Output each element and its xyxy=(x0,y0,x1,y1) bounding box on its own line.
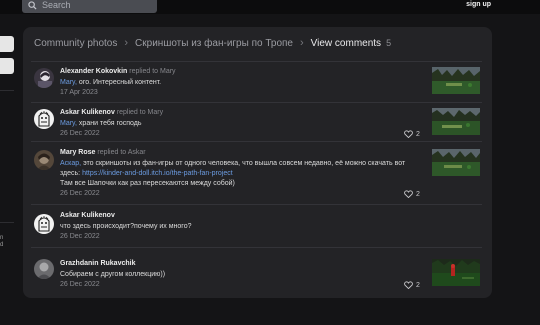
avatar[interactable] xyxy=(34,109,54,129)
heart-icon xyxy=(404,190,413,198)
comment-date: 26 Dec 2022 xyxy=(60,233,100,240)
search-icon xyxy=(28,0,37,10)
sidebar-text: d xyxy=(0,242,4,248)
mention-link[interactable]: Аскар, xyxy=(60,160,81,167)
replied-to: replied to Askar xyxy=(97,149,146,156)
comment-date: 26 Dec 2022 xyxy=(60,190,100,197)
comment-text: Mary, храни тебя господь xyxy=(60,119,420,129)
like-count: 2 xyxy=(416,130,420,138)
heart-icon xyxy=(404,130,413,138)
chevron-right-icon: › xyxy=(299,37,304,49)
heart-icon xyxy=(404,281,413,289)
comments-panel: Community photos › Скриншоты из фан-игры… xyxy=(23,27,492,298)
like-count: 2 xyxy=(416,281,420,289)
mention-link[interactable]: Mary, xyxy=(60,120,77,127)
comment-author[interactable]: Grazhdanin Rukavchik xyxy=(60,260,135,267)
photo-thumbnail[interactable] xyxy=(432,149,480,176)
avatar[interactable] xyxy=(34,259,54,279)
comment-text: Mary, ого. Интересный контент. xyxy=(60,78,420,88)
breadcrumb-current: View comments xyxy=(310,37,382,49)
chevron-right-icon: › xyxy=(124,37,129,49)
sidebar-divider xyxy=(0,90,14,91)
avatar[interactable] xyxy=(34,150,54,170)
comment-item: Askar Kulikenov replied to Mary Mary, хр… xyxy=(31,102,482,140)
replied-to: replied to Mary xyxy=(116,109,164,116)
comment-text: Собираем с другом коллекцию)) xyxy=(60,270,420,280)
breadcrumb-community-photos[interactable]: Community photos xyxy=(34,38,117,49)
avatar[interactable] xyxy=(34,68,54,88)
comment-date: 26 Dec 2022 xyxy=(60,281,100,288)
photo-thumbnail[interactable] xyxy=(432,67,480,94)
comment-header: Askar Kulikenov xyxy=(60,212,115,219)
replied-to: replied to Mary xyxy=(129,68,176,75)
comment-item: Mary Rose replied to Askar Аскар, это ск… xyxy=(31,141,482,203)
comment-author[interactable]: Askar Kulikenov xyxy=(60,109,115,116)
photo-thumbnail[interactable] xyxy=(432,108,480,135)
search-box[interactable] xyxy=(22,0,157,13)
comment-count: 5 xyxy=(386,38,392,48)
comment-body: Там все Шапочки как раз пересекаются меж… xyxy=(60,180,235,187)
comment-author[interactable]: Askar Kulikenov xyxy=(60,212,115,219)
top-bar: sign up xyxy=(0,0,540,14)
sidebar-divider xyxy=(0,222,14,223)
comment-header: Alexander Kokovkin replied to Mary xyxy=(60,68,176,75)
breadcrumb: Community photos › Скриншоты из фан-игры… xyxy=(34,37,391,49)
like-count: 2 xyxy=(416,190,420,198)
comment-date: 26 Dec 2022 xyxy=(60,130,100,137)
sidebar-tab-2[interactable] xyxy=(0,58,14,74)
comment-item: Grazhdanin Rukavchik Собираем с другом к… xyxy=(31,247,482,291)
comment-text: что здесь происходит?почему их много? xyxy=(60,222,420,232)
comment-text: Аскар, это скриншоты из фан-игры от одно… xyxy=(60,159,420,189)
comment-header: Grazhdanin Rukavchik xyxy=(60,260,135,267)
comment-body: храни тебя господь xyxy=(76,120,142,127)
comment-header: Askar Kulikenov replied to Mary xyxy=(60,109,163,116)
comment-date: 17 Apr 2023 xyxy=(60,89,98,96)
like-button[interactable]: 2 xyxy=(404,281,420,289)
breadcrumb-album[interactable]: Скриншоты из фан-игры по Тропе xyxy=(135,38,293,49)
comment-item: Askar Kulikenov что здесь происходит?поч… xyxy=(31,204,482,246)
mention-link[interactable]: Mary, xyxy=(60,79,77,86)
sign-up-link[interactable]: sign up xyxy=(466,1,491,8)
comment-body: Собираем с другом коллекцию)) xyxy=(60,271,166,278)
photo-thumbnail[interactable] xyxy=(432,259,480,286)
sidebar-tab-1[interactable] xyxy=(0,36,14,52)
comment-author[interactable]: Mary Rose xyxy=(60,149,95,156)
comment-header: Mary Rose replied to Askar xyxy=(60,149,146,156)
search-input[interactable] xyxy=(42,0,152,10)
comment-author[interactable]: Alexander Kokovkin xyxy=(60,68,127,75)
comment-body: что здесь происходит?почему их много? xyxy=(60,223,192,230)
comment-item: Alexander Kokovkin replied to Mary Mary,… xyxy=(31,61,482,101)
like-button[interactable]: 2 xyxy=(404,130,420,138)
sidebar-text: n xyxy=(0,235,4,241)
external-link[interactable]: https://kinder-and-doll.itch.io/the-path… xyxy=(82,170,233,177)
avatar[interactable] xyxy=(34,214,54,234)
like-button[interactable]: 2 xyxy=(404,190,420,198)
comment-body: ого. Интересный контент. xyxy=(76,79,162,86)
